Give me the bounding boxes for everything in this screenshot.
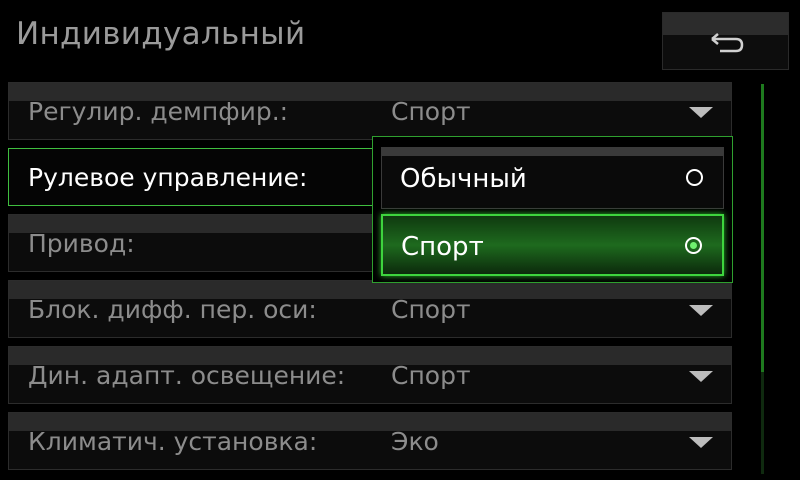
setting-label: Регулир. демпфир.:: [28, 97, 289, 126]
setting-row-front-diff-lock[interactable]: Блок. дифф. пер. оси: Спорт: [8, 280, 732, 338]
setting-value: Спорт: [391, 361, 471, 390]
dropdown-arrow-icon: [689, 371, 713, 382]
scrollbar-thumb[interactable]: [761, 84, 764, 372]
setting-row-climate[interactable]: Климатич. установка: Эко: [8, 412, 732, 470]
page-title: Индивидуальный: [16, 16, 306, 52]
dropdown-arrow-icon: [689, 107, 713, 118]
back-button[interactable]: [662, 12, 789, 70]
setting-label: Климатич. установка:: [28, 427, 318, 456]
dropdown-arrow-icon: [689, 305, 713, 316]
setting-label: Привод:: [28, 229, 135, 258]
dropdown-arrow-icon: [689, 437, 713, 448]
setting-label: Рулевое управление:: [28, 163, 308, 192]
setting-row-damping[interactable]: Регулир. демпфир.: Спорт: [8, 82, 732, 140]
setting-value: Эко: [391, 427, 439, 456]
radio-unselected-icon: [686, 169, 703, 186]
radio-selected-icon: [685, 237, 702, 254]
setting-row-adaptive-lighting[interactable]: Дин. адапт. освещение: Спорт: [8, 346, 732, 404]
steering-options-popup: Обычный Спорт: [372, 136, 733, 283]
setting-value: Спорт: [391, 295, 471, 324]
setting-label: Дин. адапт. освещение:: [28, 361, 346, 390]
return-arrow-icon: [711, 33, 744, 53]
option-label: Обычный: [400, 164, 527, 194]
option-normal[interactable]: Обычный: [381, 147, 724, 209]
option-sport[interactable]: Спорт: [381, 214, 724, 276]
setting-value: Спорт: [391, 97, 471, 126]
setting-label: Блок. дифф. пер. оси:: [28, 295, 317, 324]
option-label: Спорт: [401, 232, 484, 262]
